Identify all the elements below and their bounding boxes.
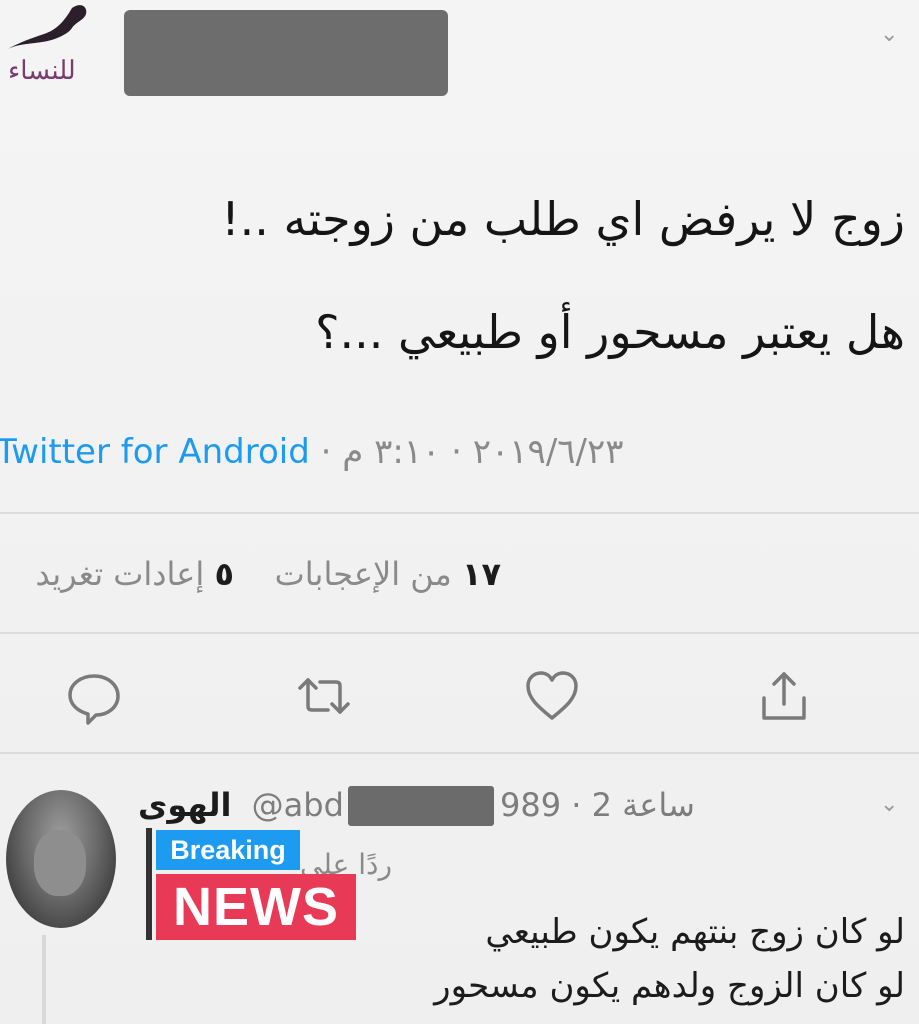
tweet-action-bar [0, 660, 919, 740]
chevron-down-icon[interactable]: ⌄ [880, 792, 898, 817]
reply-handle-end: 989 [500, 786, 562, 824]
badge-bar [146, 828, 152, 940]
reply-handle-and-time: 989 · 2 ساعة [500, 786, 695, 824]
handle-redaction [348, 786, 494, 826]
tweet-meta: Twitter for Android · ٢٠١٩/٦/٢٣ · ٣:١٠ م [0, 432, 624, 472]
breaking-badge: Breaking [156, 830, 300, 870]
likes-count: ١٧ [461, 555, 501, 593]
divider [0, 632, 919, 634]
news-badge: NEWS [156, 874, 356, 940]
name-redaction [124, 10, 448, 96]
divider [0, 512, 919, 514]
like-heart-icon[interactable] [522, 666, 582, 726]
thread-line [42, 935, 46, 1024]
avatar-face [34, 830, 86, 896]
share-icon[interactable] [754, 666, 814, 726]
avatar[interactable] [6, 790, 116, 928]
screenshot-frame: للنساء ⌄ زوج لا يرفض اي طلب من زوجته ..!… [0, 0, 919, 1024]
tweet-date: ٢٠١٩/٦/٢٣ [472, 432, 624, 472]
retweets-stat[interactable]: ٥ إعادات تغريد [35, 555, 234, 593]
account-logo[interactable]: للنساء [2, 0, 120, 110]
tweet-time: ٣:١٠ م [342, 432, 441, 472]
tweet-source-link[interactable]: Twitter for Android [0, 432, 310, 472]
likes-stat[interactable]: ١٧ من الإعجابات [275, 555, 501, 593]
retweets-count: ٥ [214, 555, 234, 593]
retweet-icon[interactable] [294, 666, 354, 726]
divider [0, 752, 919, 754]
reply-author-handle[interactable]: @abd [252, 786, 344, 824]
reply-author-name[interactable]: الهوى [138, 786, 232, 824]
tweet-stats: ١٧ من الإعجابات ٥ إعادات تغريد [35, 555, 501, 593]
tweet-text-line-2: هل يعتبر مسحور أو طبيعي ...؟ [315, 305, 905, 359]
tweet-text-line-1: زوج لا يرفض اي طلب من زوجته ..! [221, 192, 905, 246]
reply-text-line-2: لو كان الزوج ولدهم يكون مسحور [434, 966, 905, 1006]
retweets-label: إعادات تغريد [35, 555, 205, 593]
reply-time: 2 ساعة [591, 786, 695, 824]
reply-icon[interactable] [64, 666, 124, 726]
likes-label: من الإعجابات [274, 555, 452, 593]
reply-text-line-1: لو كان زوج بنتهم يكون طبيعي [485, 912, 905, 952]
reply-header: الهوى @abd [138, 786, 344, 824]
chevron-down-icon[interactable]: ⌄ [880, 22, 898, 47]
logo-text: للنساء [8, 56, 76, 86]
